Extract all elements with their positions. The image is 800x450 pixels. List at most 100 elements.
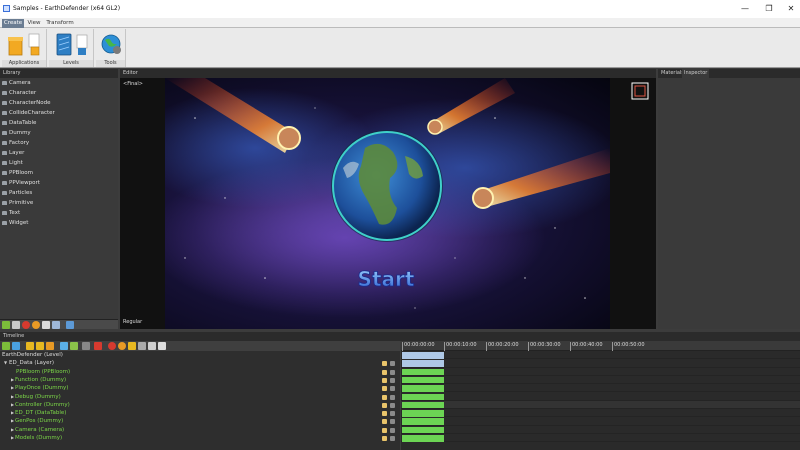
track-lane[interactable] [401,434,800,443]
folder-icon[interactable] [382,394,387,400]
timeline-clip[interactable] [402,410,444,417]
minimize-button[interactable]: — [738,4,752,14]
track-lane[interactable] [401,368,800,376]
settings-icon[interactable] [138,342,146,350]
info-icon[interactable] [158,342,166,350]
visibility-icon[interactable] [390,369,395,375]
camera-icon[interactable] [148,342,156,350]
folder-icon[interactable] [382,386,387,392]
timeline-clip[interactable] [402,426,444,434]
record-icon[interactable] [108,342,116,350]
tools-icon[interactable] [99,32,125,58]
folder-icon[interactable] [382,377,387,383]
track-lane[interactable] [401,384,800,393]
ribbon-group-tools[interactable]: Tools [96,29,126,67]
library-item-primitive[interactable]: Primitive [2,198,33,208]
visibility-icon[interactable] [390,377,395,383]
close-button[interactable]: ✕ [784,4,798,14]
timeline-clip[interactable] [402,435,444,442]
library-item-light[interactable]: Light [2,158,23,168]
play-icon[interactable] [26,342,34,350]
track-row[interactable]: ▼ ED_Data (Layer) [0,359,398,367]
start-button[interactable]: Start [357,267,415,292]
node-icon[interactable] [12,321,20,329]
library-item-camera[interactable]: Camera [2,78,31,88]
track-row[interactable]: ▶ PlayOnce (Dummy) [0,384,398,392]
snap-icon[interactable] [70,342,78,350]
timeline-clip[interactable] [402,401,444,409]
track-row[interactable]: ▶ ED_DT (DataTable) [0,409,398,417]
track-lane[interactable] [401,376,800,385]
ribbon-group-applications[interactable]: Applications [2,29,47,67]
tab-materials[interactable]: Materials [661,69,684,78]
timeline-clip[interactable] [402,418,444,425]
visibility-icon[interactable] [390,394,395,400]
visibility-icon[interactable] [390,436,395,441]
track-lane[interactable] [401,351,800,360]
library-item-ppbloom[interactable]: PPBloom [2,168,33,178]
game-view[interactable]: Start [165,78,610,329]
library-item-character[interactable]: Character [2,88,36,98]
link-icon[interactable] [66,321,74,329]
ribbon-group-levels[interactable]: Levels [49,29,94,67]
track-row[interactable]: ▶ Debug (Dummy) [0,393,398,401]
application-icon[interactable] [7,32,43,58]
track-lane[interactable] [401,393,800,401]
track-row[interactable]: PPBloom (PPBloom) [0,368,398,376]
pause-icon[interactable] [36,342,44,350]
library-item-particles[interactable]: Particles [2,188,32,198]
tab-transform[interactable]: Transform [45,19,75,28]
lock-icon[interactable] [128,342,136,350]
library-item-text[interactable]: Text [2,208,20,218]
folder-icon[interactable] [382,369,387,375]
maximize-button[interactable]: ❐ [762,4,776,14]
delete-icon[interactable] [22,321,30,329]
library-item-collidecharacter[interactable]: CollideCharacter [2,108,55,118]
visibility-icon[interactable] [390,419,395,425]
timeline-clip[interactable] [402,368,444,376]
timeline-clip[interactable] [402,393,444,400]
visibility-icon[interactable] [390,411,395,417]
copy-icon[interactable] [52,321,60,329]
expand-arrow-icon[interactable]: ▶ [11,434,14,442]
library-item-factory[interactable]: Factory [2,138,29,148]
visibility-icon[interactable] [390,427,395,433]
record-icon[interactable] [32,321,40,329]
expand-arrow-icon[interactable]: ▶ [11,376,14,384]
library-item-ppviewport[interactable]: PPViewport [2,178,40,188]
folder-icon[interactable] [382,411,387,417]
visibility-icon[interactable] [390,402,395,408]
timeline-clip[interactable] [402,376,444,384]
tab-create[interactable]: Create [2,19,24,28]
view-mode-label[interactable]: <Final> [123,81,143,87]
add-track-icon[interactable] [2,342,10,350]
timeline-clip[interactable] [402,360,444,367]
library-item-characternode[interactable]: CharacterNode [2,98,51,108]
timeline-root[interactable]: EarthDefender (Level) [0,351,398,359]
folder-icon[interactable] [382,361,387,367]
track-lane[interactable] [401,359,800,368]
track-lane[interactable] [401,417,800,426]
track-lane[interactable] [401,426,800,434]
expand-arrow-icon[interactable]: ▶ [11,401,14,409]
expand-arrow-icon[interactable]: ▶ [11,384,14,392]
visibility-icon[interactable] [390,386,395,392]
track-row[interactable]: ▶ Models (Dummy) [0,434,398,442]
loop-icon[interactable] [60,342,68,350]
track-row[interactable]: ▶ Function (Dummy) [0,376,398,384]
folder-icon[interactable] [382,402,387,408]
track-row[interactable]: ▶ Camera (Camera) [0,426,398,434]
library-item-widget[interactable]: Widget [2,218,28,228]
filter-icon[interactable] [82,342,90,350]
library-item-datatable[interactable]: DataTable [2,118,36,128]
collapse-arrow-icon[interactable]: ▼ [4,359,7,367]
timeline-ruler[interactable]: 00:00:00:00 00:00:10:00 00:00:20:00 00:0… [401,341,800,351]
visibility-icon[interactable] [390,361,395,367]
track-row[interactable]: ▶ Controller (Dummy) [0,401,398,409]
track-row[interactable]: ▶ GenPos (Dummy) [0,417,398,425]
expand-arrow-icon[interactable]: ▶ [11,409,14,417]
library-item-dummy[interactable]: Dummy [2,128,31,138]
expand-arrow-icon[interactable]: ▶ [11,393,14,401]
library-item-layer[interactable]: Layer [2,148,24,158]
file-icon[interactable] [42,321,50,329]
